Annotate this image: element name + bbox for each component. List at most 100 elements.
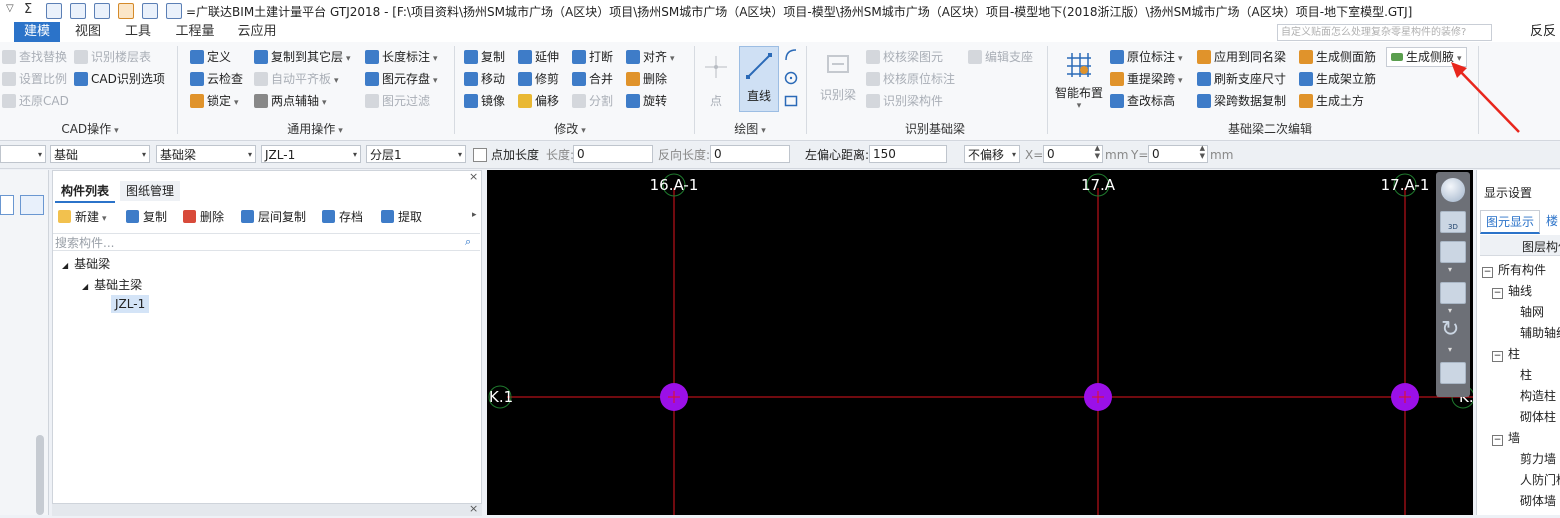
tab-floor-display[interactable]: 楼 bbox=[1546, 212, 1558, 229]
search-icon[interactable]: ⌕ bbox=[465, 235, 471, 249]
rotate-view-icon[interactable]: ↻ bbox=[1441, 318, 1459, 342]
floor-select[interactable]: 基础 ▾ bbox=[50, 145, 150, 163]
display-item-civil-defense-wall[interactable]: 人防门框墙 bbox=[1520, 471, 1560, 488]
draw-point-button[interactable]: 点 bbox=[700, 50, 732, 109]
split-button[interactable]: 分割 bbox=[572, 91, 613, 111]
align-button[interactable]: 对齐 ▾ bbox=[626, 47, 675, 67]
rectangle-icon[interactable] bbox=[784, 94, 798, 108]
edit-support-button[interactable]: 编辑支座 bbox=[968, 47, 1033, 67]
bottom-panel-close-icon[interactable]: × bbox=[469, 502, 478, 515]
re-extract-span-button[interactable]: 重提梁跨 ▾ bbox=[1110, 69, 1183, 89]
delete-button[interactable]: 删除 bbox=[626, 69, 667, 89]
tree-node-foundation-beam[interactable]: ◢ 基础梁 bbox=[62, 255, 110, 272]
display-item-all[interactable]: − 所有构件 bbox=[1482, 261, 1546, 278]
length-input[interactable]: 0 bbox=[573, 145, 653, 163]
copy-between-floors-button[interactable]: 层间复制 bbox=[241, 207, 306, 227]
display-item-shear-wall[interactable]: 剪力墙 bbox=[1520, 450, 1556, 467]
tab-element-display[interactable]: 图元显示 bbox=[1480, 210, 1541, 234]
copy-span-data-button[interactable]: 梁跨数据复制 bbox=[1197, 91, 1286, 111]
tab-quantity[interactable]: 工程量 bbox=[168, 22, 222, 42]
auto-flush-slab-button[interactable]: 自动平齐板 ▾ bbox=[254, 69, 339, 89]
quantity-icon[interactable] bbox=[94, 3, 110, 19]
restore-cad-button[interactable]: 还原CAD bbox=[2, 91, 69, 111]
mirror-button[interactable]: 镜像 bbox=[464, 91, 505, 111]
in-situ-label-button[interactable]: 原位标注 ▾ bbox=[1110, 47, 1183, 67]
new-component-button[interactable]: 新建 ▾ bbox=[58, 207, 107, 227]
lock-button[interactable]: 锁定 ▾ bbox=[190, 91, 239, 111]
column-marker[interactable] bbox=[1391, 383, 1419, 411]
tab-view[interactable]: 视图 bbox=[66, 22, 110, 42]
element-save-button[interactable]: 图元存盘 ▾ bbox=[365, 69, 438, 89]
find-replace-button[interactable]: 查找替换 bbox=[2, 47, 67, 67]
chevron-down-icon[interactable]: ▾ bbox=[1448, 265, 1452, 274]
column-marker[interactable] bbox=[1084, 383, 1112, 411]
grid-icon[interactable] bbox=[142, 3, 158, 19]
copy-button[interactable]: 复制 bbox=[464, 47, 505, 67]
tab-modeling[interactable]: 建模 bbox=[14, 22, 60, 42]
break-button[interactable]: 打断 bbox=[572, 47, 613, 67]
more-tools-icon[interactable]: ▸ bbox=[472, 210, 477, 220]
apply-to-same-name-button[interactable]: 应用到同名梁 bbox=[1197, 47, 1286, 67]
offset-button[interactable]: 偏移 bbox=[518, 91, 559, 111]
merge-button[interactable]: 合并 bbox=[572, 69, 613, 89]
reverse-length-input[interactable]: 0 bbox=[710, 145, 790, 163]
cad-options-button[interactable]: CAD识别选项 bbox=[74, 69, 165, 89]
orbit-icon[interactable] bbox=[1441, 178, 1465, 202]
copy-to-other-floor-button[interactable]: 复制到其它层 ▾ bbox=[254, 47, 351, 67]
identify-beam-button[interactable]: 识别梁 bbox=[814, 48, 862, 103]
offset-mode-select[interactable]: 不偏移 ▾ bbox=[964, 145, 1020, 163]
y-input[interactable]: 0 ▲ ▼ bbox=[1148, 144, 1208, 163]
group-draw[interactable]: 绘图 ▾ bbox=[715, 120, 785, 137]
identify-floor-table-button[interactable]: 识别楼层表 bbox=[74, 47, 151, 67]
point-length-checkbox[interactable] bbox=[473, 148, 487, 162]
display-item-column[interactable]: 柱 bbox=[1520, 366, 1532, 383]
edit-icon[interactable] bbox=[118, 3, 134, 19]
extend-button[interactable]: 延伸 bbox=[518, 47, 559, 67]
display-item-constructional-column[interactable]: 构造柱 bbox=[1520, 387, 1556, 404]
eq-icon[interactable] bbox=[70, 3, 86, 19]
archive-button[interactable]: 存档 bbox=[322, 207, 363, 227]
display-item-masonry-column[interactable]: 砌体柱 bbox=[1520, 408, 1556, 425]
check-elevation-button[interactable]: 查改标高 bbox=[1110, 91, 1175, 111]
group-modify[interactable]: 修改 ▾ bbox=[520, 120, 620, 137]
group-general-ops[interactable]: 通用操作 ▾ bbox=[255, 120, 375, 137]
element-filter-button[interactable]: 图元过滤 bbox=[365, 91, 430, 111]
check-beam-element-button[interactable]: 校核梁图元 bbox=[866, 47, 943, 67]
filter-dropdown[interactable]: ▾ bbox=[0, 145, 46, 163]
left-scrollbar[interactable] bbox=[36, 435, 44, 515]
layer-select[interactable]: 分层1 ▾ bbox=[366, 145, 466, 163]
tab-cloud[interactable]: 云应用 bbox=[230, 22, 284, 42]
drawing-canvas[interactable]: 16.A-1 17.A 17.A-1 K.1 K.1 bbox=[487, 170, 1483, 515]
tab-component-list[interactable]: 构件列表 bbox=[55, 181, 116, 203]
component-select[interactable]: JZL-1 ▾ bbox=[261, 145, 361, 163]
3d-view-icon[interactable]: 3D bbox=[1440, 211, 1466, 233]
generate-side-rebar-button[interactable]: 生成侧面筋 bbox=[1299, 47, 1376, 67]
cloud-check-button[interactable]: 云检查 bbox=[190, 69, 243, 89]
type-select[interactable]: 基础梁 ▾ bbox=[156, 145, 256, 163]
x-input[interactable]: 0 ▲ ▼ bbox=[1043, 144, 1103, 163]
arc-icon[interactable] bbox=[784, 48, 798, 62]
help-search-input[interactable]: 自定义贴面怎么处理复杂零星构件的装修? bbox=[1277, 24, 1492, 41]
generate-erection-bar-button[interactable]: 生成架立筋 bbox=[1299, 69, 1376, 89]
tab-drawing-management[interactable]: 图纸管理 bbox=[120, 181, 181, 201]
column-marker[interactable] bbox=[660, 383, 688, 411]
circle-icon[interactable] bbox=[784, 71, 798, 85]
smart-layout-button[interactable]: 智能布置 ▾ bbox=[1052, 48, 1106, 111]
sum-icon[interactable]: Σ bbox=[24, 3, 38, 17]
copy-component-button[interactable]: 复制 bbox=[126, 207, 167, 227]
generate-earthwork-button[interactable]: 生成土方 bbox=[1299, 91, 1364, 111]
offset-input[interactable]: 150 bbox=[869, 145, 947, 163]
display-item-column-group[interactable]: − 柱 bbox=[1492, 345, 1520, 362]
chevron-down-icon[interactable]: ▾ bbox=[1448, 345, 1452, 354]
display-item-axis[interactable]: − 轴线 bbox=[1492, 282, 1532, 299]
tab-tools[interactable]: 工具 bbox=[116, 22, 160, 42]
card-view-icon[interactable] bbox=[20, 195, 44, 215]
report-icon[interactable] bbox=[46, 3, 62, 19]
quick-access-menu-icon[interactable]: ▽ bbox=[6, 3, 20, 17]
display-item-wall-group[interactable]: − 墙 bbox=[1492, 429, 1520, 446]
list-view-icon[interactable] bbox=[0, 195, 14, 215]
check-in-situ-label-button[interactable]: 校核原位标注 bbox=[866, 69, 955, 89]
panel-close-icon[interactable]: × bbox=[469, 170, 478, 183]
rotate-button[interactable]: 旋转 bbox=[626, 91, 667, 111]
length-dimension-button[interactable]: 长度标注 ▾ bbox=[365, 47, 438, 67]
